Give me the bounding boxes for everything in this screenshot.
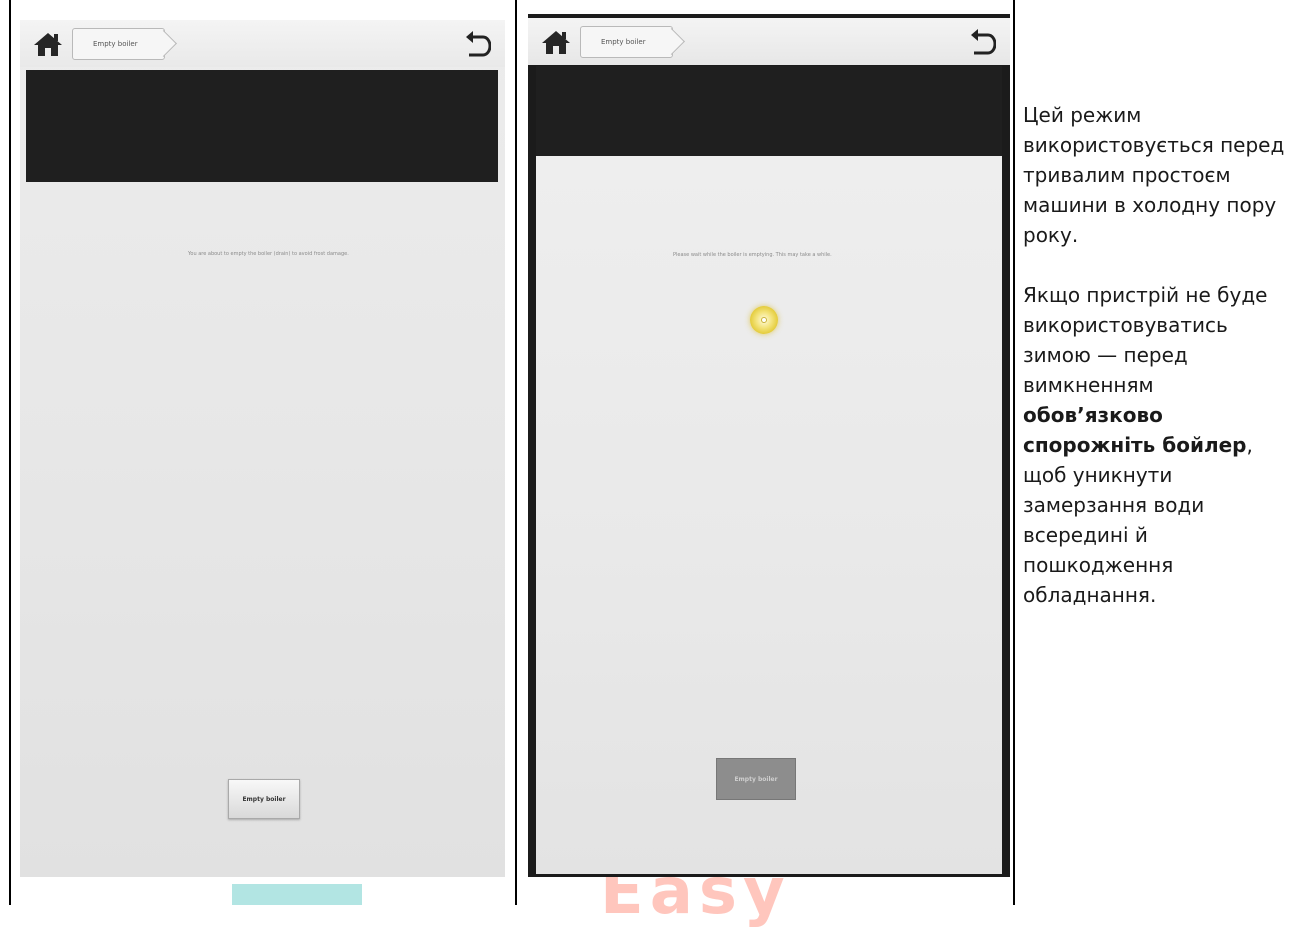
breadcrumb-label: Empty boiler (601, 37, 646, 46)
table-divider-1 (515, 0, 517, 905)
description-paragraph-1: Цей режим використовується перед тривали… (1023, 103, 1285, 247)
description-text-part: , щоб уникнути замерзання води всередині… (1023, 433, 1253, 607)
breadcrumb[interactable]: Empty boiler (72, 27, 165, 60)
empty-boiler-button-label: Empty boiler (734, 775, 778, 783)
back-arrow-icon (466, 31, 491, 57)
home-icon (34, 32, 62, 56)
screen-photo-2: Empty boiler Please wait while the boile… (528, 14, 1010, 877)
description-paragraph-2: Якщо пристрій не буде використовуватись … (1023, 280, 1293, 610)
screen-photo-1: Empty boiler You are about to empty the … (20, 20, 505, 877)
home-icon (542, 30, 570, 54)
table-divider-2 (1013, 0, 1015, 905)
breadcrumb-label: Empty boiler (93, 39, 138, 48)
back-button[interactable] (459, 26, 495, 62)
home-button[interactable] (26, 24, 70, 64)
description-text-part: Якщо пристрій не буде використовуватись … (1023, 283, 1268, 397)
loading-spinner-icon (750, 306, 778, 334)
top-bar: Empty boiler (20, 20, 505, 67)
header-banner (536, 66, 1002, 156)
table-border-left (9, 0, 11, 905)
empty-boiler-button-label: Empty boiler (242, 795, 286, 803)
empty-boiler-button[interactable]: Empty boiler (716, 758, 796, 800)
empty-boiler-button[interactable]: Empty boiler (228, 779, 300, 819)
status-message: You are about to empty the boiler (drain… (188, 251, 349, 257)
watermark-teal-bar (232, 884, 362, 905)
header-banner (26, 70, 498, 182)
screen-area: Please wait while the boiler is emptying… (536, 66, 1002, 874)
back-button[interactable] (964, 24, 1000, 60)
breadcrumb[interactable]: Empty boiler (580, 25, 673, 58)
description-emphasis: обов’язково спорожніть бойлер (1023, 403, 1247, 457)
description-text: Цей режим використовується перед тривали… (1023, 100, 1293, 640)
top-bar: Empty boiler (528, 18, 1010, 65)
status-message: Please wait while the boiler is emptying… (673, 252, 832, 258)
home-button[interactable] (534, 22, 578, 62)
back-arrow-icon (971, 29, 996, 55)
